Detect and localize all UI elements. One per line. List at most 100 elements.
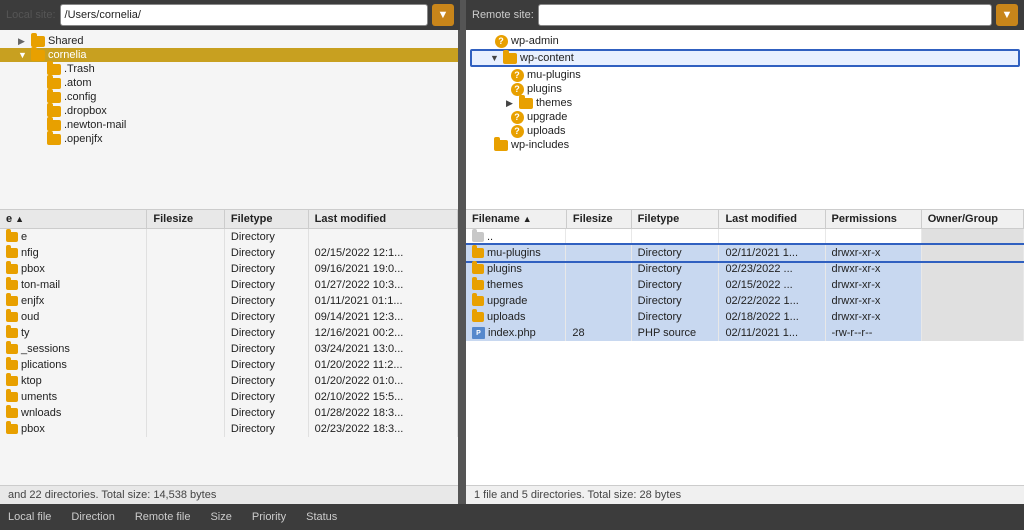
tree-label-shared: Shared xyxy=(48,35,83,47)
local-file-row[interactable]: oud Directory 09/14/2021 12:3... xyxy=(0,309,458,325)
local-file-lastmod xyxy=(308,229,457,246)
col-header-filesize-local[interactable]: Filesize xyxy=(147,210,224,229)
remote-tree-area[interactable]: ? wp-admin ▼ wp-content ? mu-plugins ? xyxy=(466,30,1024,210)
local-file-type: Directory xyxy=(224,389,308,405)
tree-item-atom[interactable]: .atom xyxy=(0,76,458,90)
remote-tree-item-upgrade[interactable]: ? upgrade xyxy=(466,110,1024,124)
remote-file-name: mu-plugins xyxy=(466,245,566,261)
local-file-row[interactable]: ton-mail Directory 01/27/2022 10:3... xyxy=(0,277,458,293)
remote-file-row[interactable]: uploads Directory 02/18/2022 1... drwxr-… xyxy=(466,309,1024,325)
remote-file-name: themes xyxy=(466,277,566,293)
remote-tree-item-wp-admin[interactable]: ? wp-admin xyxy=(466,34,1024,48)
local-file-size xyxy=(147,309,224,325)
tree-label-dropbox: .dropbox xyxy=(64,105,107,117)
remote-tree-item-uploads[interactable]: ? uploads xyxy=(466,124,1024,138)
local-file-table-area[interactable]: e▲ Filesize Filetype Last modified e Dir… xyxy=(0,210,458,485)
remote-tree-item-themes[interactable]: ▶ themes xyxy=(466,96,1024,110)
tree-arrow-shared: ▶ xyxy=(18,36,28,47)
local-file-type: Directory xyxy=(224,293,308,309)
main-container: Local site: /Users/cornelia/ ▼ Remote si… xyxy=(0,0,1024,530)
col-header-filename-local[interactable]: e▲ xyxy=(0,210,147,229)
remote-path-dropdown-btn[interactable]: ▼ xyxy=(996,4,1018,26)
local-file-name: ty xyxy=(0,325,147,341)
col-header-lastmod-remote[interactable]: Last modified xyxy=(719,210,825,229)
col-header-owner-remote[interactable]: Owner/Group xyxy=(921,210,1023,229)
remote-file-row[interactable]: plugins Directory 02/23/2022 ... drwxr-x… xyxy=(466,261,1024,277)
col-header-permissions-remote[interactable]: Permissions xyxy=(825,210,921,229)
remote-file-lastmod: 02/11/2021 1... xyxy=(719,245,825,261)
local-file-type: Directory xyxy=(224,245,308,261)
col-header-filesize-remote[interactable]: Filesize xyxy=(566,210,631,229)
remote-file-row[interactable]: mu-plugins Directory 02/11/2021 1... drw… xyxy=(466,245,1024,261)
local-file-size xyxy=(147,325,224,341)
tree-item-trash[interactable]: .Trash xyxy=(0,62,458,76)
remote-file-lastmod: 02/11/2021 1... xyxy=(719,325,825,341)
local-file-row[interactable]: wnloads Directory 01/28/2022 18:3... xyxy=(0,405,458,421)
local-file-lastmod: 01/27/2022 10:3... xyxy=(308,277,457,293)
tree-item-openjfx[interactable]: .openjfx xyxy=(0,132,458,146)
remote-file-permissions: drwxr-xr-x xyxy=(825,309,921,325)
remote-status-bar: 1 file and 5 directories. Total size: 28… xyxy=(466,485,1024,504)
tree-item-cornelia[interactable]: ▼ cornelia xyxy=(0,48,458,62)
local-file-row[interactable]: ty Directory 12/16/2021 00:2... xyxy=(0,325,458,341)
remote-tree-item-wp-includes[interactable]: wp-includes xyxy=(466,138,1024,152)
remote-tree-label-wp-admin: wp-admin xyxy=(511,35,559,47)
remote-tree-item-mu-plugins[interactable]: ? mu-plugins xyxy=(466,68,1024,82)
remote-file-permissions xyxy=(825,229,921,246)
remote-file-row[interactable]: upgrade Directory 02/22/2022 1... drwxr-… xyxy=(466,293,1024,309)
bottom-status-label: Status xyxy=(306,511,337,523)
bottom-bar: Local file Direction Remote file Size Pr… xyxy=(0,504,1024,530)
local-file-lastmod: 09/16/2021 19:0... xyxy=(308,261,457,277)
local-file-type: Directory xyxy=(224,373,308,389)
local-file-row[interactable]: ktop Directory 01/20/2022 01:0... xyxy=(0,373,458,389)
remote-tree-item-wp-content[interactable]: ▼ wp-content xyxy=(470,49,1020,67)
tree-item-newton-mail[interactable]: .newton-mail xyxy=(0,118,458,132)
col-header-lastmod-local[interactable]: Last modified xyxy=(308,210,457,229)
local-file-row[interactable]: _sessions Directory 03/24/2021 13:0... xyxy=(0,341,458,357)
tree-label-atom: .atom xyxy=(64,77,92,89)
local-file-row[interactable]: nfig Directory 02/15/2022 12:1... xyxy=(0,245,458,261)
local-file-size xyxy=(147,405,224,421)
col-header-filetype-local[interactable]: Filetype xyxy=(224,210,308,229)
remote-tree-label-themes: themes xyxy=(536,97,572,109)
question-icon-mu-plugins: ? xyxy=(510,69,524,81)
remote-tree-label-upgrade: upgrade xyxy=(527,111,567,123)
local-path-dropdown-btn[interactable]: ▼ xyxy=(432,4,454,26)
remote-file-lastmod: 02/22/2022 1... xyxy=(719,293,825,309)
col-header-filetype-remote[interactable]: Filetype xyxy=(631,210,719,229)
content-area: ▶ Shared ▼ cornelia .Trash .at xyxy=(0,30,1024,504)
remote-file-table-area[interactable]: Filename▲ Filesize Filetype Last modifie… xyxy=(466,210,1024,485)
tree-item-shared[interactable]: ▶ Shared xyxy=(0,34,458,48)
local-file-row[interactable]: uments Directory 02/10/2022 15:5... xyxy=(0,389,458,405)
local-file-row[interactable]: enjfx Directory 01/11/2021 01:1... xyxy=(0,293,458,309)
local-tree-area[interactable]: ▶ Shared ▼ cornelia .Trash .at xyxy=(0,30,458,210)
remote-path-label: Remote site: xyxy=(472,9,534,21)
local-file-lastmod: 01/20/2022 01:0... xyxy=(308,373,457,389)
remote-file-row[interactable]: P index.php 28 PHP source 02/11/2021 1..… xyxy=(466,325,1024,341)
remote-file-row[interactable]: themes Directory 02/15/2022 ... drwxr-xr… xyxy=(466,277,1024,293)
local-file-row[interactable]: pbox Directory 02/23/2022 18:3... xyxy=(0,421,458,437)
folder-icon-themes xyxy=(519,97,533,109)
remote-file-row[interactable]: .. xyxy=(466,229,1024,246)
remote-file-permissions: drwxr-xr-x xyxy=(825,261,921,277)
local-file-name: uments xyxy=(0,389,147,405)
local-file-size xyxy=(147,293,224,309)
local-file-name: _sessions xyxy=(0,341,147,357)
remote-file-size xyxy=(566,293,631,309)
local-file-row[interactable]: plications Directory 01/20/2022 11:2... xyxy=(0,357,458,373)
local-file-size xyxy=(147,357,224,373)
remote-file-lastmod xyxy=(719,229,825,246)
local-file-row[interactable]: e Directory xyxy=(0,229,458,246)
remote-tree-item-plugins[interactable]: ? plugins xyxy=(466,82,1024,96)
local-file-name: nfig xyxy=(0,245,147,261)
local-file-name: enjfx xyxy=(0,293,147,309)
folder-icon-wp-content xyxy=(503,52,517,64)
col-header-filename-remote[interactable]: Filename▲ xyxy=(466,210,566,229)
tree-item-dropbox[interactable]: .dropbox xyxy=(0,104,458,118)
local-file-lastmod: 02/10/2022 15:5... xyxy=(308,389,457,405)
local-file-row[interactable]: pbox Directory 09/16/2021 19:0... xyxy=(0,261,458,277)
local-path-label: Local site: xyxy=(6,9,56,21)
bottom-local-file-label: Local file xyxy=(8,511,51,523)
local-file-name: wnloads xyxy=(0,405,147,421)
tree-item-config[interactable]: .config xyxy=(0,90,458,104)
